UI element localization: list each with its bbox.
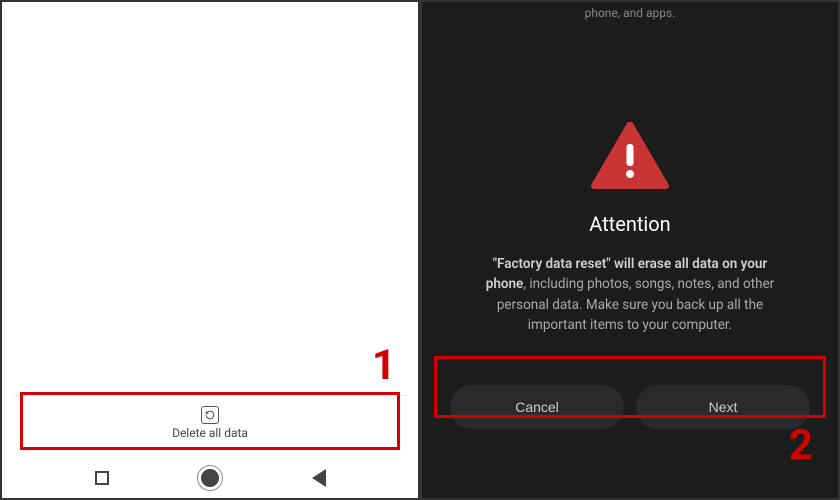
back-icon[interactable]: [312, 469, 326, 487]
screenshot-panel-1: Delete all data 1: [0, 0, 420, 500]
recents-icon[interactable]: [95, 471, 109, 485]
reset-icon: [201, 406, 219, 424]
delete-all-data-button[interactable]: Delete all data: [12, 395, 408, 450]
dialog-title: Attention: [589, 212, 670, 236]
blank-content-area: [2, 2, 418, 387]
android-nav-bar: [2, 458, 418, 498]
delete-label: Delete all data: [172, 426, 248, 440]
screenshot-panel-2: phone, and apps. Attention "Factory data…: [420, 0, 840, 500]
cutoff-text: phone, and apps.: [585, 6, 676, 20]
next-button[interactable]: Next: [636, 385, 810, 429]
dialog-button-row: Cancel Next: [422, 385, 838, 429]
cancel-button[interactable]: Cancel: [450, 385, 624, 429]
dialog-body-rest: , including photos, songs, notes, and ot…: [497, 276, 774, 333]
home-icon[interactable]: [201, 469, 219, 487]
warning-triangle-icon: [591, 122, 669, 194]
dialog-body: "Factory data reset" will erase all data…: [440, 254, 820, 335]
